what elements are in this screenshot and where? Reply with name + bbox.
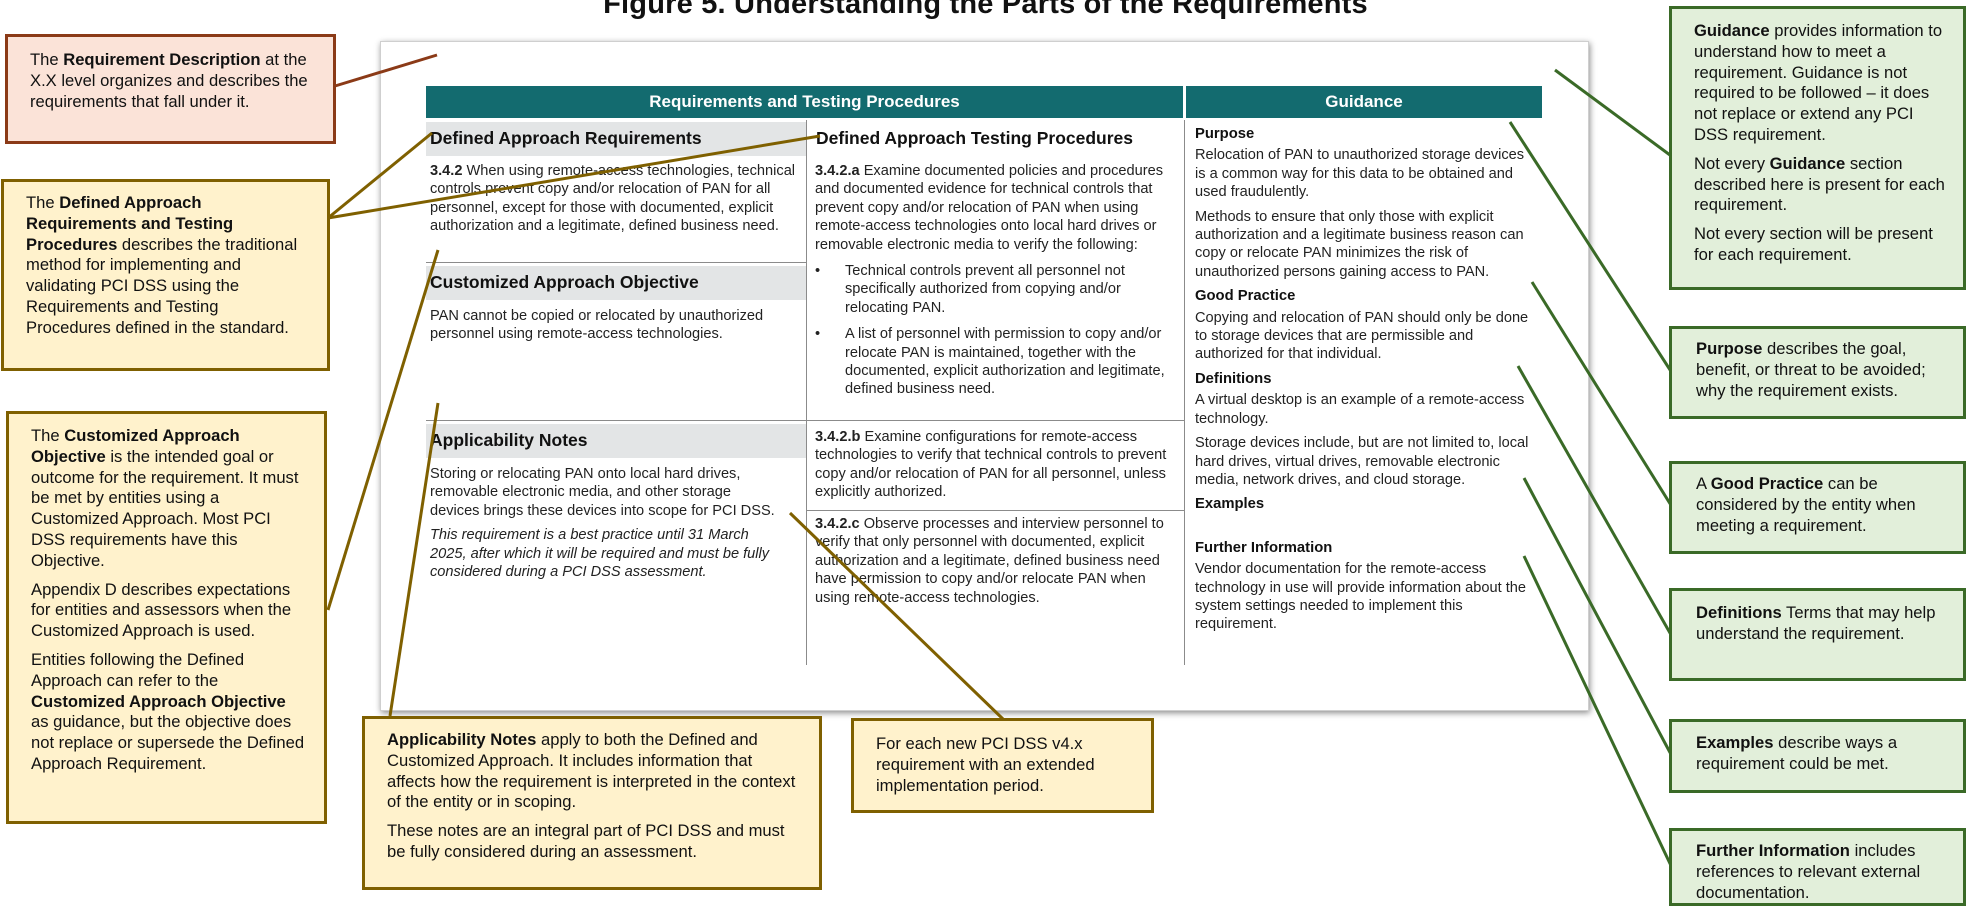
connector-line xyxy=(334,53,438,88)
connector-line xyxy=(1508,121,1676,377)
callout-extended-implementation: For each new PCI DSS v4.x requirement wi… xyxy=(851,718,1154,813)
connector-line xyxy=(326,249,440,611)
callout-examples: Examples describe ways a requirement cou… xyxy=(1669,719,1966,793)
connector-line xyxy=(388,402,440,717)
connector-line xyxy=(1516,365,1676,641)
connector-line xyxy=(1522,477,1676,761)
callout-definitions: Definitions Terms that may help understa… xyxy=(1669,588,1966,681)
connector-line xyxy=(327,134,821,220)
connector-line xyxy=(1554,68,1675,160)
callout-guidance: Guidance provides information to underst… xyxy=(1669,6,1966,290)
callout-good-practice: A Good Practice can be considered by the… xyxy=(1669,461,1966,554)
callout-applicability-notes: Applicability Notes apply to both the De… xyxy=(362,716,822,890)
connector-line xyxy=(788,511,1006,722)
callout-customized-approach: The Customized Approach Objective is the… xyxy=(6,411,327,824)
callout-further-information: Further Information includes references … xyxy=(1669,828,1966,906)
connector-line xyxy=(1530,281,1676,511)
callout-purpose: Purpose describes the goal, benefit, or … xyxy=(1669,326,1966,419)
connector-line xyxy=(327,131,433,220)
callout-defined-approach: The Defined Approach Requirements and Te… xyxy=(1,179,330,371)
callout-requirement-description: The Requirement Description at the X.X l… xyxy=(5,34,336,144)
